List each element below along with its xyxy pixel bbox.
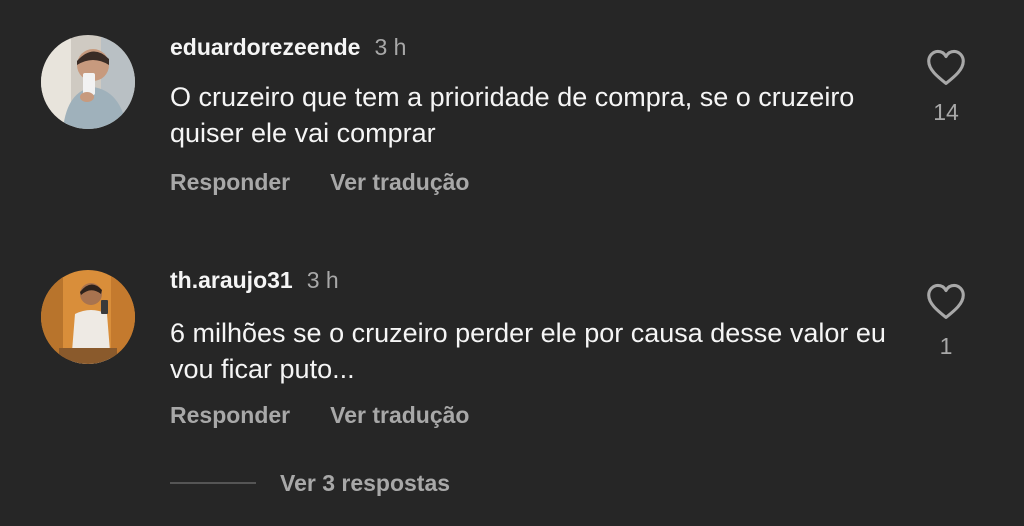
- translate-button[interactable]: Ver tradução: [330, 401, 469, 429]
- like-control: 1: [918, 282, 974, 360]
- comment-time: 3 h: [374, 34, 407, 60]
- comment-text: O cruzeiro que tem a prioridade de compr…: [170, 82, 855, 148]
- comment-item: eduardorezeende 3 h O cruzeiro que tem a …: [0, 0, 1024, 240]
- like-control: 14: [918, 48, 974, 126]
- comment-text: 6 milhões se o cruzeiro perder ele por c…: [170, 318, 886, 384]
- username[interactable]: eduardorezeende: [170, 34, 360, 60]
- reply-button[interactable]: Responder: [170, 168, 290, 196]
- heart-outline-icon[interactable]: [925, 48, 967, 86]
- translate-button[interactable]: Ver tradução: [330, 168, 469, 196]
- comment-actions: Responder Ver tradução: [170, 401, 469, 429]
- username[interactable]: th.araujo31: [170, 267, 293, 293]
- comment-time: 3 h: [306, 267, 339, 293]
- like-count: 14: [933, 99, 959, 125]
- avatar-photo: [41, 35, 135, 129]
- comment-actions: Responder Ver tradução: [170, 168, 469, 196]
- avatar[interactable]: [41, 270, 135, 364]
- reply-button[interactable]: Responder: [170, 401, 290, 429]
- replies-divider-line: [170, 482, 256, 484]
- view-replies-button[interactable]: Ver 3 respostas: [170, 468, 450, 498]
- view-replies-label: Ver 3 respostas: [280, 470, 451, 496]
- avatar[interactable]: [41, 35, 135, 129]
- avatar-photo: [41, 270, 135, 364]
- heart-outline-icon[interactable]: [925, 282, 967, 320]
- comment-item: th.araujo31 3 h 6 milhões se o cruzeiro p…: [0, 240, 1024, 460]
- like-count: 1: [939, 333, 953, 359]
